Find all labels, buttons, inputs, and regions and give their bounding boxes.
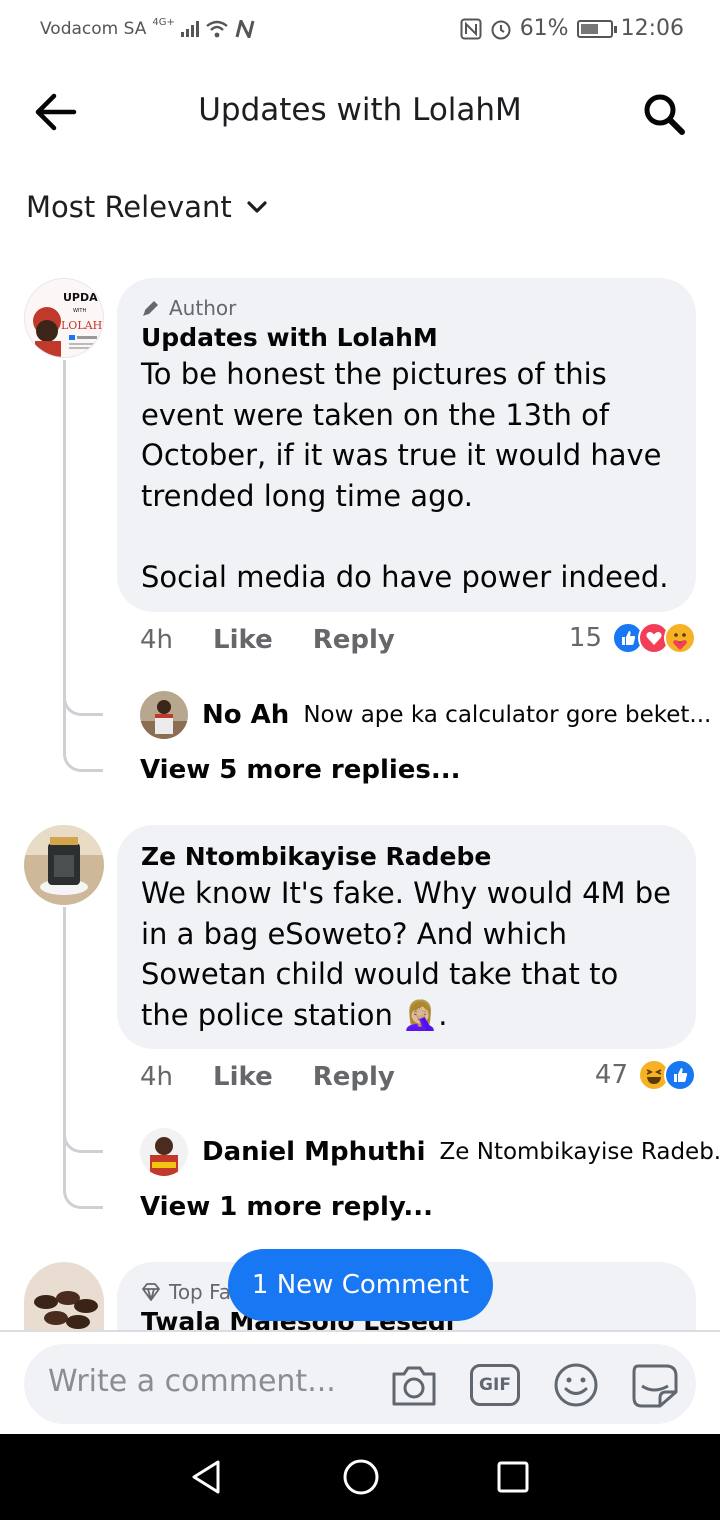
sort-filter-label: Most Relevant (26, 190, 232, 224)
wifi-icon (206, 20, 228, 38)
emoji-icon[interactable] (552, 1362, 600, 1408)
like-button[interactable]: Like (213, 1062, 273, 1092)
thread-connector (63, 700, 103, 772)
signal-icon (180, 21, 199, 37)
search-icon[interactable] (640, 90, 688, 138)
author-badge: Author (141, 294, 672, 322)
carrier-name: Vodacom SA (40, 19, 147, 39)
comment-bubble[interactable]: Author Updates with LolahM To be honest … (117, 278, 696, 612)
reply-preview[interactable]: Daniel Mphuthi Ze Ntombikayise Radeb... (140, 1128, 720, 1176)
status-right: 61% 12:06 (460, 16, 684, 41)
alarm-icon (491, 20, 511, 39)
author-badge-label: Author (169, 296, 237, 320)
nfc-icon (460, 18, 482, 39)
reply-author-name[interactable]: No Ah (202, 700, 289, 730)
reply-button[interactable]: Reply (313, 1062, 395, 1092)
reaction-summary[interactable]: 47 (595, 1059, 696, 1091)
reaction-count: 15 (568, 623, 602, 653)
avatar-label-2: WITH (73, 308, 86, 314)
camera-icon[interactable] (390, 1362, 438, 1408)
top-fan-badge-label: Top Fa (169, 1280, 232, 1304)
avatar[interactable] (24, 825, 104, 905)
nav-recents-icon[interactable] (496, 1458, 530, 1496)
clock: 12:06 (620, 16, 684, 41)
nav-back-icon[interactable] (188, 1458, 224, 1496)
comment-author-name[interactable]: Updates with LolahM (141, 322, 672, 354)
system-nav-bar (0, 1434, 720, 1520)
sort-filter-dropdown[interactable]: Most Relevant (26, 190, 268, 224)
comment-actions: 4h Like Reply (140, 1062, 395, 1092)
view-more-replies[interactable]: View 5 more replies... (140, 755, 461, 785)
battery-percent: 61% (519, 16, 569, 41)
comment-composer-bar: Write a comment... GIF (0, 1330, 720, 1434)
like-icon (664, 1059, 696, 1091)
gif-icon[interactable]: GIF (470, 1364, 520, 1406)
reply-preview[interactable]: No Ah Now ape ka calculator gore beket..… (140, 691, 711, 739)
comment-time[interactable]: 4h (140, 1062, 173, 1092)
avatar[interactable] (140, 691, 188, 739)
thread-line (63, 360, 66, 700)
avatar-image (24, 825, 104, 905)
status-bar: Vodacom SA 4G+ 61% 12:06 (0, 0, 720, 62)
reaction-summary[interactable]: 15 (569, 622, 696, 654)
battery-icon (576, 19, 617, 38)
thread-line (63, 907, 66, 1137)
comment-time[interactable]: 4h (140, 625, 173, 655)
nav-home-icon[interactable] (342, 1458, 380, 1496)
avatar[interactable] (24, 1262, 104, 1330)
avatar-image: UPDATE WITH LOLAH M (25, 279, 104, 357)
comment-text: To be honest the pictures of this event … (141, 357, 669, 594)
avatar-label-3: LOLAH M (61, 319, 104, 332)
reply-button[interactable]: Reply (313, 625, 395, 655)
reaction-count: 47 (594, 1060, 628, 1090)
reply-text: Now ape ka calculator gore beket... (303, 702, 712, 728)
status-left: Vodacom SA 4G+ (40, 16, 255, 39)
comment-text: We know It's fake. Why would 4M be in a … (141, 876, 672, 1032)
chevron-down-icon (247, 201, 267, 213)
nfc-n-icon (235, 20, 255, 38)
comment-input-placeholder: Write a comment... (48, 1364, 336, 1399)
new-comment-pill[interactable]: 1 New Comment (228, 1249, 493, 1321)
sticker-icon[interactable] (630, 1362, 680, 1408)
avatar[interactable]: UPDATE WITH LOLAH M (24, 278, 104, 358)
reply-author-name[interactable]: Daniel Mphuthi (202, 1137, 426, 1167)
comment-author-name[interactable]: Ze Ntombikayise Radebe (141, 841, 672, 873)
care-icon (664, 622, 696, 654)
comment-input[interactable]: Write a comment... GIF (24, 1344, 696, 1424)
comment-actions: 4h Like Reply (140, 625, 395, 655)
thread-connector (63, 1137, 103, 1209)
view-more-replies[interactable]: View 1 more reply... (140, 1192, 433, 1222)
avatar[interactable] (140, 1128, 188, 1176)
network-type: 4G+ (152, 16, 175, 28)
pencil-icon (143, 301, 158, 316)
diamond-icon (142, 1283, 160, 1301)
avatar-label-1: UPDATE (63, 291, 104, 304)
header: Updates with LolahM (0, 70, 720, 154)
avatar-image (24, 1262, 104, 1330)
comment-bubble[interactable]: Ze Ntombikayise Radebe We know It's fake… (117, 825, 696, 1049)
like-button[interactable]: Like (213, 625, 273, 655)
reply-text: Ze Ntombikayise Radeb... (439, 1139, 720, 1165)
page-title: Updates with LolahM (198, 92, 522, 128)
